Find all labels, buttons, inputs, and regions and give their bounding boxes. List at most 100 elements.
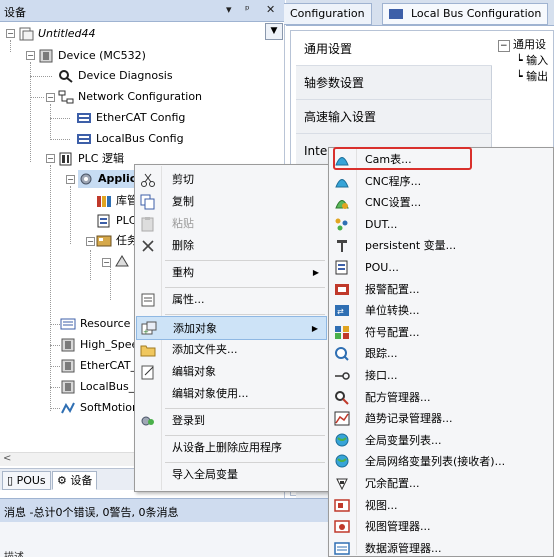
- menu-item-cut[interactable]: 剪切: [136, 168, 327, 192]
- tree-item-plc-prg[interactable]: PLC: [96, 212, 136, 230]
- submenu-item-trace[interactable]: 跟踪...: [330, 343, 552, 365]
- copy-icon: [140, 194, 156, 210]
- tab-configuration[interactable]: Configuration: [284, 3, 372, 25]
- add-object-icon: +: [141, 321, 157, 337]
- pin-icon[interactable]: ᵖ: [245, 3, 250, 16]
- device-icon: [60, 338, 76, 352]
- tab-pous[interactable]: ▯ POUs: [2, 471, 51, 490]
- resource-icon: [60, 317, 76, 331]
- submenu-item-cnc-program[interactable]: CNC程序...: [330, 171, 552, 193]
- device-icon: [60, 380, 76, 394]
- edit-object-icon: [140, 364, 156, 380]
- submenu-item-symbol-config[interactable]: 符号配置...: [330, 322, 552, 344]
- submenu-item-global-variable-list[interactable]: 全局变量列表...: [330, 430, 552, 452]
- tab-local-bus-configuration[interactable]: Local Bus Configuration: [382, 3, 549, 25]
- menu-item-properties[interactable]: 属性...: [136, 288, 327, 312]
- folder-icon: [140, 342, 156, 358]
- general-tree-root[interactable]: − 通用设: [498, 36, 548, 52]
- collapse-toggle[interactable]: −: [46, 93, 55, 102]
- submenu-item-visualization-manager[interactable]: 视图管理器...: [330, 516, 552, 538]
- tree-item-project[interactable]: Untitled44: [18, 25, 96, 43]
- tree-item-library-manager[interactable]: 库管: [96, 192, 138, 210]
- submenu-item-redundancy-config[interactable]: 冗余配置...: [330, 473, 552, 495]
- panel-menu-button[interactable]: ▾: [226, 3, 232, 16]
- submenu-item-network-variable-list[interactable]: 全局网络变量列表(接收者)...: [330, 451, 552, 473]
- collapse-toggle[interactable]: −: [26, 51, 35, 60]
- editor-tab-bar: Configuration Local Bus Configuration: [284, 0, 554, 26]
- trend-recording-icon: [334, 411, 350, 426]
- tree-item-ethercat-config[interactable]: EtherCAT Config: [76, 109, 185, 127]
- submenu-item-dut[interactable]: DUT...: [330, 214, 552, 236]
- menu-item-remove-application[interactable]: 从设备上删除应用程序: [136, 436, 327, 460]
- recipe-manager-icon: [334, 390, 350, 405]
- data-source-manager-icon: [334, 541, 350, 556]
- menu-item-refactor[interactable]: 重构 ▶: [136, 261, 327, 285]
- tree-item-ethercat-master[interactable]: EtherCAT_M: [60, 357, 146, 375]
- submenu-arrow-icon: ▶: [312, 268, 319, 277]
- tree-item-device-diagnosis[interactable]: Device Diagnosis: [58, 67, 173, 85]
- network-variable-list-icon: [334, 454, 350, 469]
- tree-item-localbus-config[interactable]: LocalBus Config: [76, 130, 184, 148]
- general-tree-input[interactable]: ┕ 输入: [498, 52, 548, 68]
- pou-tab-icon: ▯: [7, 474, 14, 487]
- properties-icon: [140, 292, 156, 308]
- symbol-config-icon: [334, 325, 350, 340]
- collapse-toggle[interactable]: −: [86, 237, 95, 246]
- general-settings-tree: − 通用设 ┕ 输入 ┕ 输出: [498, 36, 548, 84]
- collapse-toggle[interactable]: −: [102, 258, 111, 267]
- menu-item-login[interactable]: 登录到: [136, 409, 327, 433]
- menu-item-paste[interactable]: 粘贴: [136, 212, 327, 236]
- collapse-toggle[interactable]: −: [6, 29, 15, 38]
- submenu-item-visualization[interactable]: 视图...: [330, 495, 552, 517]
- tree-item-high-speed[interactable]: High_Speed: [60, 336, 145, 354]
- messages-column-description: 描述: [4, 548, 24, 557]
- submenu-item-data-source-manager[interactable]: 数据源管理器...: [330, 538, 552, 557]
- side-item-general[interactable]: 通用设置: [296, 32, 492, 66]
- submenu-item-pou[interactable]: POU...: [330, 257, 552, 279]
- submenu-item-persistent-variables[interactable]: persistent 变量...: [330, 235, 552, 257]
- redundancy-config-icon: [334, 476, 350, 491]
- submenu-item-cnc-settings[interactable]: CNC设置...: [330, 192, 552, 214]
- menu-item-add-object[interactable]: + 添加对象 ▶: [136, 316, 327, 340]
- menu-item-delete[interactable]: 删除: [136, 234, 327, 258]
- delete-icon: [140, 238, 156, 254]
- cnc-program-icon: [334, 174, 350, 189]
- side-item-axis[interactable]: 轴参数设置: [296, 66, 492, 100]
- global-variable-list-icon: [334, 433, 350, 448]
- submenu-item-unit-conversion[interactable]: ⇄ 单位转换...: [330, 300, 552, 322]
- tree-item-task-config[interactable]: 任务: [96, 232, 138, 250]
- config-icon: [76, 132, 92, 146]
- submenu-item-recipe-manager[interactable]: 配方管理器...: [330, 387, 552, 409]
- submenu-item-interface[interactable]: 接口...: [330, 365, 552, 387]
- collapse-toggle[interactable]: −: [66, 175, 75, 184]
- side-item-high-speed-input[interactable]: 高速输入设置: [296, 100, 492, 134]
- tree-item-task[interactable]: [114, 252, 134, 270]
- add-object-submenu: Cam表... CNC程序... CNC设置... DUT... persist…: [328, 147, 554, 557]
- highlight-annotation: [333, 147, 472, 170]
- device-icon: [60, 359, 76, 373]
- menu-item-copy[interactable]: 复制: [136, 190, 327, 214]
- tree-item-network-configuration[interactable]: Network Configuration: [58, 88, 202, 106]
- menu-item-edit-object-with[interactable]: 编辑对象使用...: [136, 382, 327, 406]
- devices-panel-title: 设备: [4, 6, 26, 19]
- chevron-down-icon[interactable]: ▼: [265, 23, 283, 40]
- submenu-item-alarm-config[interactable]: 报警配置...: [330, 279, 552, 301]
- submenu-item-trend-recording-manager[interactable]: 趋势记录管理器...: [330, 408, 552, 430]
- menu-item-import-global-variables[interactable]: 导入全局变量: [136, 463, 327, 487]
- menu-item-edit-object[interactable]: 编辑对象: [136, 360, 327, 384]
- task-icon: [96, 234, 112, 248]
- collapse-toggle[interactable]: −: [46, 154, 55, 163]
- visualization-icon: [334, 498, 350, 513]
- svg-text:⇄: ⇄: [337, 307, 344, 316]
- scroll-left-icon[interactable]: <: [3, 453, 11, 464]
- unit-conversion-icon: ⇄: [334, 303, 350, 318]
- menu-item-add-folder[interactable]: 添加文件夹...: [136, 338, 327, 362]
- persistent-variable-icon: [334, 238, 350, 253]
- alarm-config-icon: [334, 282, 350, 297]
- tab-devices[interactable]: ⚙ 设备: [52, 471, 98, 490]
- general-tree-output[interactable]: ┕ 输出: [498, 68, 548, 84]
- device-icon: [38, 49, 54, 63]
- tree-item-plc-logic[interactable]: PLC 逻辑: [58, 150, 124, 168]
- close-panel-button[interactable]: ✕: [266, 3, 275, 16]
- tree-item-device[interactable]: Device (MC532): [38, 47, 146, 65]
